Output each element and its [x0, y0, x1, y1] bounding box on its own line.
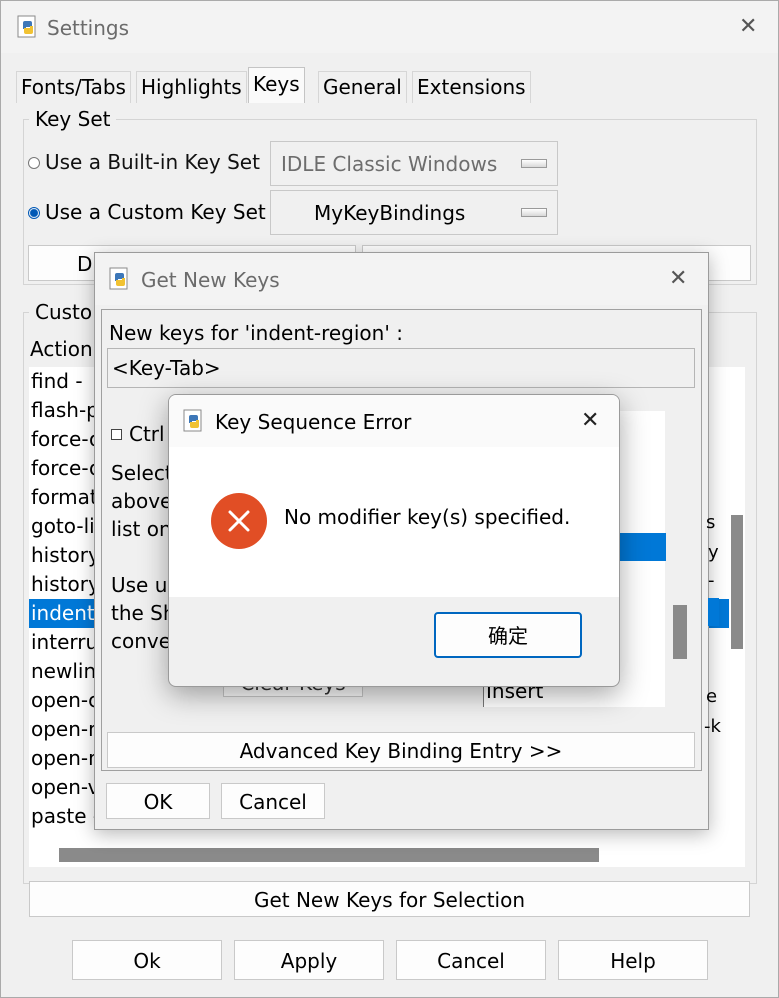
python-app-icon	[17, 15, 36, 38]
error-ok-button[interactable]: 确定	[434, 612, 582, 658]
peek-selection	[708, 598, 719, 626]
bindings-horizontal-scrollbar[interactable]	[29, 839, 745, 867]
tab-highlights[interactable]: Highlights	[136, 71, 247, 103]
peek-char: -	[708, 570, 715, 591]
bindings-vertical-scroll-thumb[interactable]	[731, 515, 743, 649]
get-new-keys-button[interactable]: Get New Keys for Selection	[29, 881, 750, 917]
python-app-icon	[109, 267, 128, 290]
builtin-keyset-dropdown[interactable]: IDLE Classic Windows	[270, 141, 558, 186]
peek-char: s	[706, 512, 716, 533]
ok-button[interactable]: Ok	[72, 940, 222, 980]
ctrl-label: Ctrl	[129, 422, 165, 446]
help-line	[111, 543, 176, 571]
key-sequence-error-dialog: Key Sequence Error ✕ No modifier key(s) …	[168, 394, 620, 687]
custom-keyset-dropdown[interactable]: MyKeyBindings	[270, 190, 558, 235]
custom-keyset-label[interactable]: Use a Custom Key Set	[45, 200, 266, 224]
get-new-keys-close-icon[interactable]: ✕	[669, 266, 687, 291]
builtin-dropdown-indicator-icon	[521, 159, 547, 168]
help-line: above	[111, 489, 173, 513]
cancel-button[interactable]: Cancel	[396, 940, 546, 980]
peek-char: e	[706, 686, 718, 707]
error-x-icon	[228, 510, 250, 532]
peek-char: -k	[704, 716, 721, 737]
error-icon	[211, 493, 267, 549]
error-body: No modifier key(s) specified.	[169, 447, 619, 597]
peek-char: y	[708, 542, 719, 563]
error-message: No modifier key(s) specified.	[284, 505, 571, 529]
builtin-keyset-label[interactable]: Use a Built-in Key Set	[45, 150, 260, 174]
custom-keyset-radio[interactable]	[28, 207, 40, 219]
bindings-vertical-scrollbar[interactable]	[729, 367, 745, 839]
delete-key-set-label: D	[77, 252, 93, 276]
new-keys-prompt: New keys for 'indent-region' :	[109, 321, 403, 345]
ctrl-checkbox[interactable]	[111, 429, 122, 440]
get-new-keys-title: Get New Keys	[141, 268, 280, 292]
custom-dropdown-indicator-icon	[521, 208, 547, 217]
custom-bindings-group-label: Custo	[29, 300, 99, 324]
help-text: Select above list on Use u the Sh conve	[111, 459, 176, 655]
error-titlebar[interactable]: Key Sequence Error ✕	[169, 395, 619, 447]
gnk-ok-button[interactable]: OK	[106, 783, 210, 819]
help-line: list on	[111, 517, 172, 541]
settings-title: Settings	[47, 16, 130, 40]
python-app-icon	[183, 409, 202, 432]
settings-close-icon[interactable]: ✕	[739, 14, 757, 39]
error-close-icon[interactable]: ✕	[581, 408, 599, 433]
apply-button[interactable]: Apply	[234, 940, 384, 980]
help-button[interactable]: Help	[558, 940, 708, 980]
gnk-cancel-button[interactable]: Cancel	[221, 783, 325, 819]
key-list-scroll-thumb[interactable]	[673, 605, 687, 659]
tab-general[interactable]: General	[318, 71, 407, 103]
tab-fonts-tabs[interactable]: Fonts/Tabs	[16, 71, 131, 103]
tab-extensions[interactable]: Extensions	[412, 71, 531, 103]
advanced-key-binding-button[interactable]: Advanced Key Binding Entry >>	[107, 732, 695, 768]
error-title: Key Sequence Error	[215, 410, 412, 434]
key-set-group-label: Key Set	[29, 107, 117, 131]
help-line: the Sh	[111, 601, 176, 625]
keys-entry-field[interactable]: <Key-Tab>	[107, 348, 695, 388]
builtin-keyset-radio[interactable]	[28, 157, 40, 169]
get-new-keys-titlebar[interactable]: Get New Keys ✕	[95, 253, 708, 305]
builtin-keyset-value: IDLE Classic Windows	[281, 152, 498, 176]
bindings-horizontal-scroll-thumb[interactable]	[59, 848, 599, 862]
tab-keys[interactable]: Keys	[248, 67, 305, 103]
help-line: Use u	[111, 573, 168, 597]
actions-header: Action	[30, 337, 93, 361]
custom-keyset-value: MyKeyBindings	[314, 201, 466, 225]
help-line: Select	[111, 461, 173, 485]
tab-bar: Fonts/Tabs Highlights Keys General Exten…	[16, 67, 776, 103]
help-line: conve	[111, 629, 172, 653]
settings-titlebar[interactable]: Settings ✕	[1, 1, 778, 53]
